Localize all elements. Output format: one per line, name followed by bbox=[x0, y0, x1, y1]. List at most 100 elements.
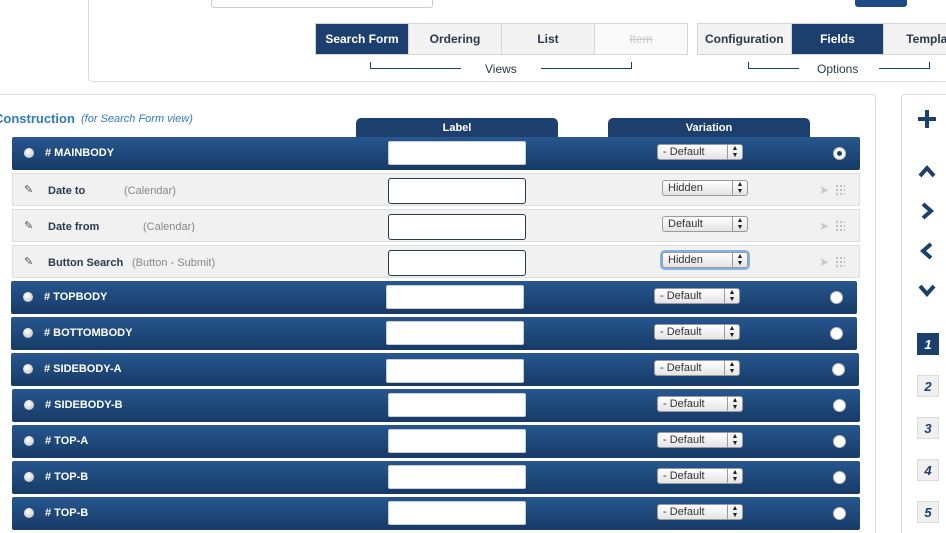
top-action-button[interactable] bbox=[855, 0, 907, 7]
page-1-button[interactable]: 1 bbox=[917, 333, 939, 355]
position-row-top-a[interactable]: # TOP-A - Default ▲ ▼ bbox=[12, 425, 860, 458]
page-5-button[interactable]: 5 bbox=[917, 501, 939, 523]
field-row-button-search[interactable]: ✎ Button Search (Button - Submit) Hidden… bbox=[12, 245, 860, 278]
select-arrows-icon: ▲ ▼ bbox=[724, 325, 739, 339]
page-3-button[interactable]: 3 bbox=[917, 417, 939, 439]
position-row-sidebody-a[interactable]: # SIDEBODY-A - Default ▲ ▼ bbox=[11, 353, 859, 386]
chevron-left-icon[interactable] bbox=[914, 238, 940, 264]
select-arrows-icon: ▲ ▼ bbox=[732, 217, 747, 231]
page-4-button[interactable]: 4 bbox=[917, 459, 939, 481]
move-arrow-icon[interactable]: ➤ bbox=[819, 255, 829, 269]
variation-select[interactable]: Hidden ▲ ▼ bbox=[662, 252, 748, 268]
bullet-icon bbox=[23, 292, 33, 302]
position-row-top-b[interactable]: # TOP-B - Default ▲ ▼ bbox=[12, 461, 860, 494]
select-arrows-icon: ▲ ▼ bbox=[727, 145, 742, 159]
variation-value: - Default bbox=[660, 290, 702, 302]
construction-title: Construction bbox=[0, 111, 75, 126]
tab-template[interactable]: Templat bbox=[884, 24, 946, 54]
label-input[interactable] bbox=[386, 359, 524, 383]
bullet-icon bbox=[24, 436, 34, 446]
position-radio[interactable] bbox=[833, 147, 846, 160]
label-input[interactable] bbox=[386, 321, 524, 345]
field-name: Button Search bbox=[48, 257, 124, 269]
label-input[interactable] bbox=[388, 501, 526, 525]
position-radio[interactable] bbox=[830, 327, 843, 340]
position-row-top-b-2[interactable]: # TOP-B - Default ▲ ▼ bbox=[12, 497, 860, 530]
variation-value: - Default bbox=[663, 470, 705, 482]
position-radio[interactable] bbox=[833, 435, 846, 448]
drag-handle-icon[interactable] bbox=[835, 220, 845, 232]
select-arrows-icon: ▲ ▼ bbox=[727, 397, 742, 411]
select-arrows-icon: ▲ ▼ bbox=[727, 505, 742, 519]
variation-select[interactable]: - Default ▲ ▼ bbox=[657, 468, 743, 484]
pencil-icon[interactable]: ✎ bbox=[24, 255, 33, 268]
pencil-icon[interactable]: ✎ bbox=[24, 219, 33, 232]
move-arrow-icon[interactable]: ➤ bbox=[819, 219, 829, 233]
bullet-icon bbox=[24, 148, 34, 158]
top-input-field[interactable] bbox=[211, 0, 433, 8]
variation-select[interactable]: - Default ▲ ▼ bbox=[657, 396, 743, 412]
page-2-button[interactable]: 2 bbox=[917, 375, 939, 397]
select-arrows-icon: ▲ ▼ bbox=[724, 361, 739, 375]
label-input[interactable] bbox=[388, 465, 526, 489]
position-name: # SIDEBODY-A bbox=[44, 363, 122, 375]
position-name: # TOP-B bbox=[45, 471, 89, 483]
label-input[interactable] bbox=[388, 178, 526, 204]
field-row-date-to[interactable]: ✎ Date to (Calendar) Hidden ▲ ▼ ➤ bbox=[12, 173, 860, 206]
views-group-label: Views bbox=[485, 62, 517, 76]
tab-item: Item bbox=[595, 24, 687, 54]
drag-handle-icon[interactable] bbox=[835, 256, 845, 268]
bullet-icon bbox=[23, 364, 33, 374]
position-row-bottombody[interactable]: # BOTTOMBODY - Default ▲ ▼ bbox=[11, 317, 857, 350]
variation-select[interactable]: - Default ▲ ▼ bbox=[657, 144, 743, 160]
position-radio[interactable] bbox=[833, 399, 846, 412]
views-bracket-left bbox=[370, 62, 461, 69]
variation-select[interactable]: - Default ▲ ▼ bbox=[657, 504, 743, 520]
field-row-date-from[interactable]: ✎ Date from (Calendar) Default ▲ ▼ ➤ bbox=[12, 209, 860, 242]
move-arrow-icon[interactable]: ➤ bbox=[819, 183, 829, 197]
position-row-topbody[interactable]: # TOPBODY - Default ▲ ▼ bbox=[11, 281, 857, 314]
construction-subtitle: (for Search Form view) bbox=[81, 113, 193, 125]
field-type: (Calendar) bbox=[143, 221, 195, 233]
label-input[interactable] bbox=[388, 250, 526, 276]
variation-value: Default bbox=[668, 218, 703, 230]
position-row-mainbody[interactable]: # MAINBODY - Default ▲ ▼ bbox=[12, 137, 860, 170]
select-arrows-icon: ▲ ▼ bbox=[727, 433, 742, 447]
variation-select[interactable]: - Default ▲ ▼ bbox=[657, 432, 743, 448]
variation-select[interactable]: - Default ▲ ▼ bbox=[654, 324, 740, 340]
position-radio[interactable] bbox=[830, 291, 843, 304]
variation-value: Hidden bbox=[668, 182, 703, 194]
tab-configuration[interactable]: Configuration bbox=[698, 24, 792, 54]
tab-ordering[interactable]: Ordering bbox=[409, 24, 502, 54]
options-bracket-right bbox=[879, 62, 930, 69]
position-row-sidebody-b[interactable]: # SIDEBODY-B - Default ▲ ▼ bbox=[12, 389, 860, 422]
variation-select[interactable]: Hidden ▲ ▼ bbox=[662, 180, 748, 196]
label-input[interactable] bbox=[386, 285, 524, 309]
label-input[interactable] bbox=[388, 393, 526, 417]
plus-icon[interactable] bbox=[914, 106, 940, 132]
tab-search-form[interactable]: Search Form bbox=[316, 24, 409, 54]
label-input[interactable] bbox=[388, 429, 526, 453]
tab-fields[interactable]: Fields bbox=[791, 24, 885, 54]
label-input[interactable] bbox=[388, 214, 526, 240]
position-radio[interactable] bbox=[832, 363, 845, 376]
variation-value: Hidden bbox=[668, 254, 703, 266]
variation-value: - Default bbox=[663, 146, 705, 158]
drag-handle-icon[interactable] bbox=[835, 184, 845, 196]
pencil-icon[interactable]: ✎ bbox=[24, 183, 33, 196]
options-bracket-left bbox=[748, 62, 799, 69]
variation-select[interactable]: - Default ▲ ▼ bbox=[654, 288, 740, 304]
position-radio[interactable] bbox=[833, 507, 846, 520]
position-radio[interactable] bbox=[833, 471, 846, 484]
chevron-right-icon[interactable] bbox=[914, 198, 940, 224]
bullet-icon bbox=[24, 400, 34, 410]
tab-list[interactable]: List bbox=[502, 24, 595, 54]
label-input[interactable] bbox=[388, 141, 526, 165]
select-arrows-icon: ▲ ▼ bbox=[732, 253, 747, 267]
variation-select[interactable]: Default ▲ ▼ bbox=[662, 216, 748, 232]
views-tab-group: Search Form Ordering List Item bbox=[315, 23, 688, 55]
field-name: Date to bbox=[48, 185, 86, 197]
chevron-up-icon[interactable] bbox=[914, 159, 940, 185]
variation-select[interactable]: - Default ▲ ▼ bbox=[654, 360, 740, 376]
chevron-down-icon[interactable] bbox=[914, 277, 940, 303]
